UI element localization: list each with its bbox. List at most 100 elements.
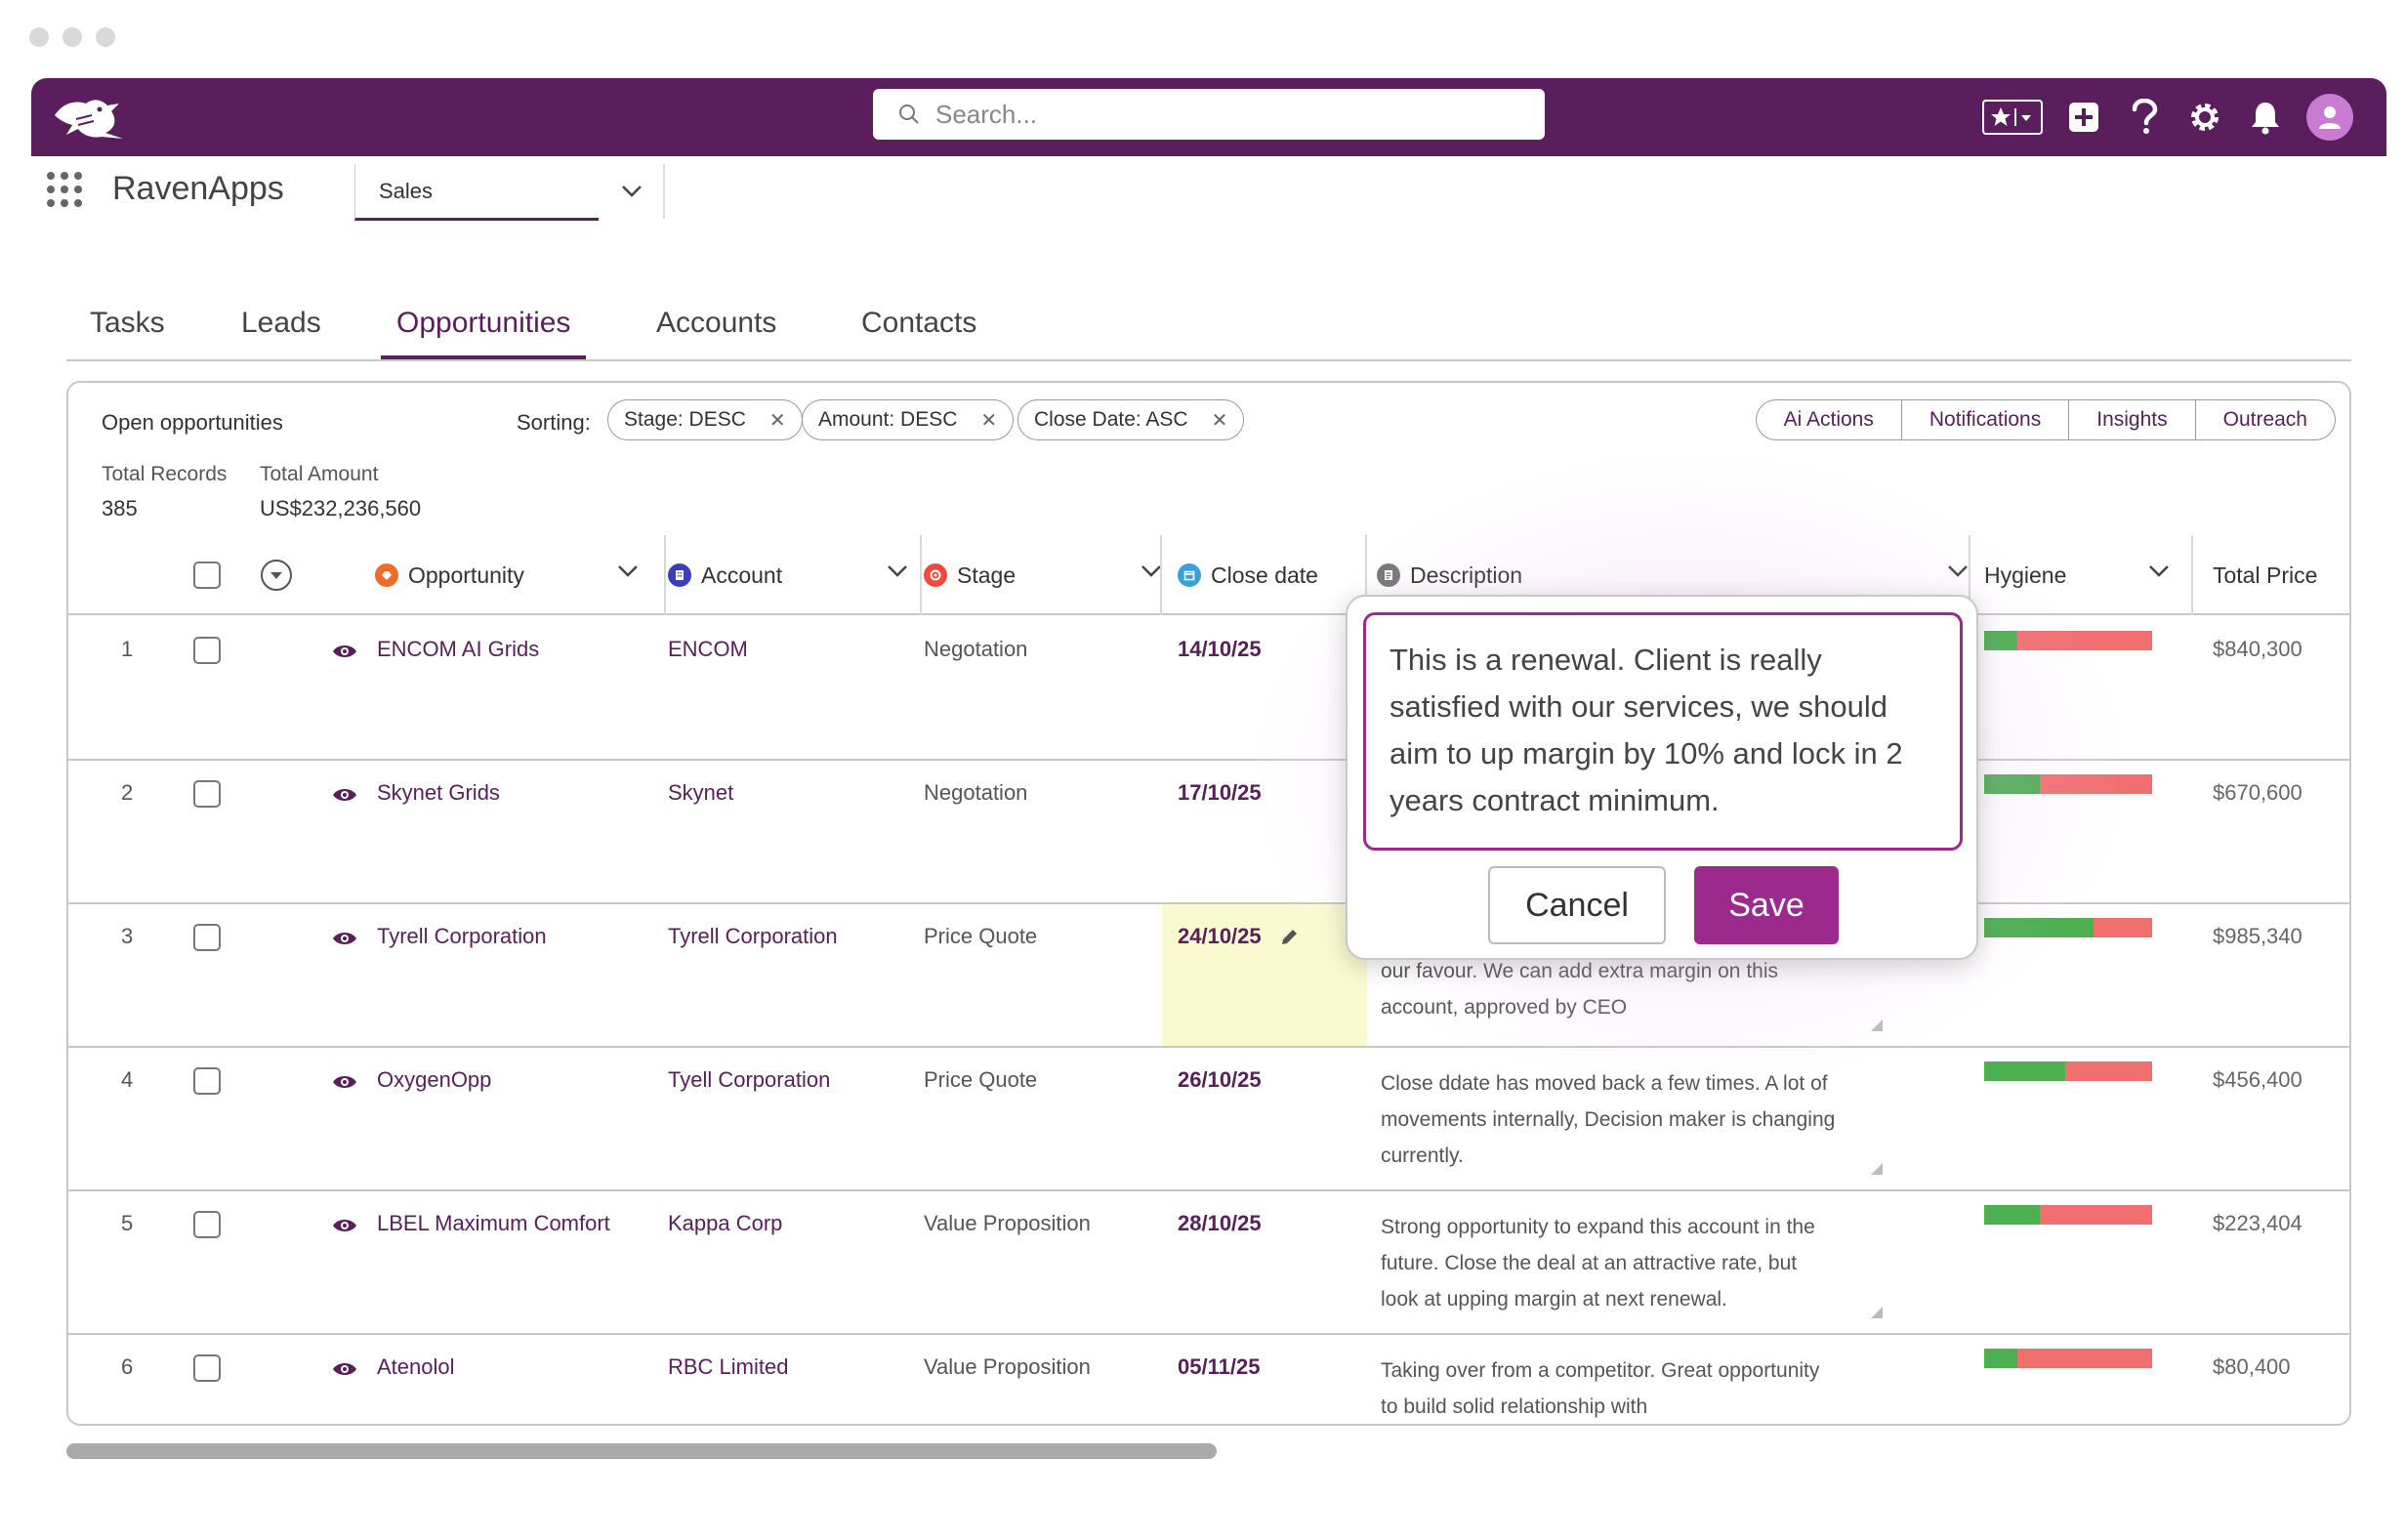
row-checkbox[interactable]	[193, 637, 221, 664]
outreach-button[interactable]: Outreach	[2194, 400, 2335, 439]
close-icon[interactable]: ✕	[769, 408, 786, 433]
pencil-edit-icon[interactable]	[1279, 928, 1299, 947]
horizontal-scrollbar[interactable]	[66, 1443, 1217, 1459]
close-date-value[interactable]: 17/10/25	[1178, 780, 1262, 806]
account-link[interactable]: Kappa Corp	[668, 1211, 782, 1236]
opportunities-panel: Open opportunities Sorting: Stage: DESC ✕…	[66, 381, 2351, 1426]
table-row[interactable]: 4 OxygenOpp Tyell Corporation Price Quot…	[68, 1048, 2349, 1191]
eye-icon[interactable]	[332, 930, 357, 947]
help-button[interactable]	[2125, 98, 2164, 137]
row-checkbox[interactable]	[193, 780, 221, 808]
close-date-value[interactable]: 24/10/25	[1178, 924, 1299, 949]
description-textarea[interactable]: This is a renewal. Client is really sati…	[1363, 612, 1963, 851]
row-checkbox[interactable]	[193, 924, 221, 951]
add-button[interactable]	[2064, 98, 2103, 137]
column-header-stage[interactable]: Stage	[924, 535, 1172, 615]
search-box[interactable]	[873, 89, 1545, 140]
ai-actions-button[interactable]: Ai Actions	[1757, 400, 1901, 439]
total-price-value: $985,340	[2213, 924, 2302, 948]
hygiene-bar	[1984, 1349, 2152, 1368]
module-select[interactable]: Sales	[354, 164, 599, 221]
chevron-down-icon[interactable]	[887, 564, 908, 578]
eye-icon[interactable]	[332, 786, 357, 804]
app-launcher-icon[interactable]	[47, 172, 82, 207]
sort-chip-close-date[interactable]: Close Date: ASC ✕	[1017, 399, 1245, 440]
column-header-close-date[interactable]: Close date	[1178, 535, 1363, 615]
save-button[interactable]: Save	[1694, 866, 1839, 944]
tab-contacts[interactable]: Contacts	[861, 307, 976, 355]
account-link[interactable]: Tyrell Corporation	[668, 924, 838, 949]
resize-grip-icon[interactable]	[1871, 1307, 1883, 1318]
favorites-button[interactable]	[1982, 100, 2043, 135]
eye-icon[interactable]	[332, 1360, 357, 1378]
opportunity-link[interactable]: Tyrell Corporation	[377, 924, 547, 949]
column-header-hygiene[interactable]: Hygiene	[1984, 535, 2179, 615]
insights-button[interactable]: Insights	[2068, 400, 2194, 439]
close-date-value[interactable]: 14/10/25	[1178, 637, 1262, 662]
opportunity-link[interactable]: Atenolol	[377, 1354, 455, 1380]
tab-leads[interactable]: Leads	[241, 307, 321, 355]
row-number: 1	[121, 637, 134, 661]
select-all-checkbox[interactable]	[193, 535, 221, 615]
close-date-value[interactable]: 26/10/25	[1178, 1067, 1262, 1093]
close-icon[interactable]: ✕	[1212, 408, 1228, 433]
opportunity-link[interactable]: Skynet Grids	[377, 780, 500, 806]
row-checkbox[interactable]	[193, 1211, 221, 1238]
column-header-opportunity[interactable]: Opportunity	[375, 535, 648, 615]
stage-value: Value Proposition	[924, 1354, 1091, 1379]
sort-chip-stage[interactable]: Stage: DESC ✕	[607, 399, 803, 440]
account-link[interactable]: RBC Limited	[668, 1354, 788, 1380]
cancel-button[interactable]: Cancel	[1488, 866, 1666, 944]
description-text[interactable]: Strong opportunity to expand this accoun…	[1381, 1209, 1840, 1317]
table-row[interactable]: 2 Skynet Grids Skynet Negotation 17/10/2…	[68, 761, 2349, 904]
eye-icon[interactable]	[332, 1073, 357, 1091]
row-checkbox[interactable]	[193, 1354, 221, 1382]
notifications-tab-button[interactable]: Notifications	[1900, 400, 2068, 439]
notifications-button[interactable]	[2246, 98, 2285, 137]
chevron-down-icon[interactable]	[617, 564, 639, 578]
resize-grip-icon[interactable]	[1871, 1163, 1883, 1175]
search-input[interactable]	[935, 99, 1521, 130]
panel-actions: Ai Actions Notifications Insights Outrea…	[1755, 399, 2336, 440]
table-row[interactable]: 6 Atenolol RBC Limited Value Proposition…	[68, 1335, 2349, 1424]
sort-chip-amount[interactable]: Amount: DESC ✕	[802, 399, 1015, 440]
table-row[interactable]: 5 LBEL Maximum Comfort Kappa Corp Value …	[68, 1191, 2349, 1335]
account-link[interactable]: Skynet	[668, 780, 733, 806]
module-dropdown-button[interactable]	[601, 164, 665, 219]
row-checkbox[interactable]	[193, 1067, 221, 1095]
column-label: Close date	[1211, 562, 1318, 588]
account-link[interactable]: Tyell Corporation	[668, 1067, 830, 1093]
user-avatar[interactable]	[2306, 94, 2353, 141]
settings-button[interactable]	[2185, 98, 2224, 137]
sort-chip-label: Amount: DESC	[818, 408, 958, 431]
account-link[interactable]: ENCOM	[668, 637, 748, 662]
column-header-account[interactable]: Account	[668, 535, 918, 615]
column-label: Stage	[957, 562, 1016, 588]
close-date-value[interactable]: 05/11/25	[1178, 1354, 1260, 1380]
tab-accounts[interactable]: Accounts	[656, 307, 776, 355]
total-price-value: $840,300	[2213, 637, 2302, 661]
description-text[interactable]: Taking over from a competitor. Great opp…	[1381, 1353, 1840, 1424]
resize-grip-icon[interactable]	[1871, 1020, 1883, 1031]
description-text[interactable]: Close ddate has moved back a few times. …	[1381, 1065, 1840, 1174]
chevron-down-icon[interactable]	[1947, 564, 1969, 578]
table-row[interactable]: 3 Tyrell Corporation Tyrell Corporation …	[68, 904, 2349, 1048]
opportunity-link[interactable]: ENCOM AI Grids	[377, 637, 539, 662]
table-row[interactable]: 1 ENCOM AI Grids ENCOM Negotation 14/10/…	[68, 617, 2349, 761]
row-number: 4	[121, 1067, 134, 1092]
calendar-icon	[1178, 563, 1201, 587]
tab-opportunities[interactable]: Opportunities	[381, 307, 587, 359]
close-icon[interactable]: ✕	[980, 408, 997, 433]
chevron-down-icon[interactable]	[2148, 564, 2170, 578]
raven-logo-icon[interactable]	[49, 90, 125, 145]
opportunity-link[interactable]: OxygenOpp	[377, 1067, 491, 1093]
chevron-down-icon[interactable]	[1141, 564, 1162, 578]
opportunity-link[interactable]: LBEL Maximum Comfort	[377, 1211, 610, 1236]
close-date-value[interactable]: 28/10/25	[1178, 1211, 1262, 1236]
tab-tasks[interactable]: Tasks	[90, 307, 165, 355]
description-text[interactable]: our favour. We can add extra margin on t…	[1381, 953, 1840, 1025]
eye-icon[interactable]	[332, 643, 357, 660]
row-options-button[interactable]	[260, 535, 293, 615]
eye-icon[interactable]	[332, 1217, 357, 1234]
column-header-total-price[interactable]: Total Price	[2213, 535, 2349, 615]
